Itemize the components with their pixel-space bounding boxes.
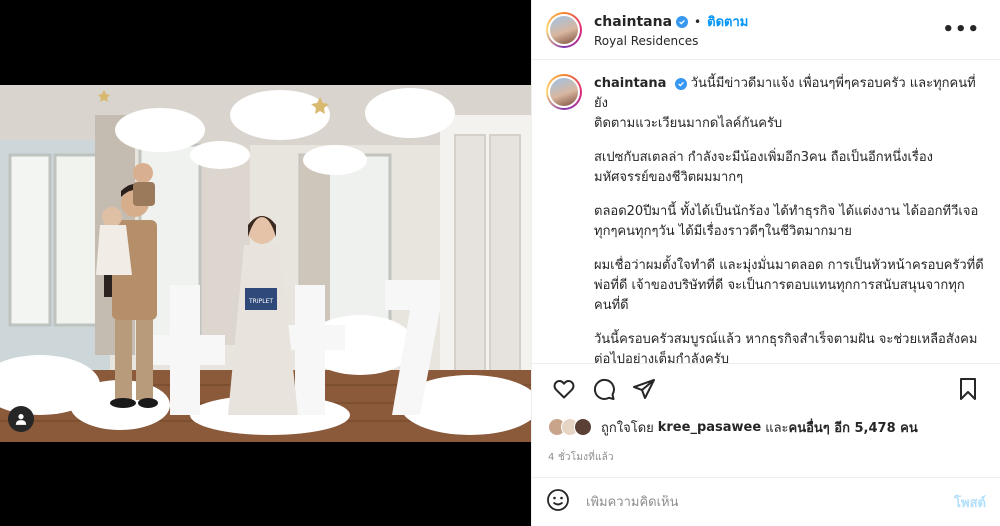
liker-avatars[interactable] xyxy=(548,418,592,436)
user-tag-icon xyxy=(15,414,27,425)
caption-username[interactable]: chaintana xyxy=(594,76,666,91)
comment-icon xyxy=(593,378,615,400)
caption-line: คนที่ดี xyxy=(594,298,629,313)
save-button[interactable] xyxy=(948,369,988,409)
verified-badge-icon xyxy=(674,78,687,90)
caption-area: chaintana วันนี้มีข่าวดีมาแจ้ง เพื่อนๆพี… xyxy=(532,60,1000,364)
caption-line: ทุกๆคนทุกๆวัน ได้มีเรื่องราวดีๆในชีวิตมา… xyxy=(594,224,852,239)
smiley-icon xyxy=(547,489,569,511)
caption-line: ตลอด20ปีมานี้ ทั้งได้เป็นนักร้อง ได้ทำธุ… xyxy=(594,204,979,219)
caption-line: มหัศจรรย์ของชีวิตผมมากๆ xyxy=(594,170,744,185)
likes-summary: ถูกใจโดย kree_pasawee และ คนอื่นๆ อีก 5,… xyxy=(532,414,1000,440)
instagram-post: TRIPLET chaintana • ติดตาม Royal Residen… xyxy=(0,0,1000,526)
liker-avatar xyxy=(574,418,592,436)
caption-paragraph: สเปซกับสเตลล่า กำลังจะมีน้องเพิ่มอีก3คน … xyxy=(594,148,986,188)
caption-row: chaintana วันนี้มีข่าวดีมาแจ้ง เพื่อนๆพี… xyxy=(546,74,986,364)
caption-line: สเปซกับสเตลล่า กำลังจะมีน้องเพิ่มอีก3คน … xyxy=(594,150,934,165)
post-media: TRIPLET xyxy=(0,0,531,526)
sign-text: TRIPLET xyxy=(248,298,273,305)
post-timestamp[interactable]: 4 ชั่วโมงที่แล้ว xyxy=(532,440,1000,478)
paper-plane-icon xyxy=(633,379,655,399)
comment-button[interactable] xyxy=(584,369,624,409)
comment-input[interactable] xyxy=(586,494,955,510)
author-username[interactable]: chaintana xyxy=(594,14,672,30)
share-button[interactable] xyxy=(624,369,664,409)
heart-icon xyxy=(553,379,575,399)
caption-text: chaintana วันนี้มีข่าวดีมาแจ้ง เพื่อนๆพี… xyxy=(594,74,986,364)
header-text: chaintana • ติดตาม Royal Residences xyxy=(594,11,936,49)
separator-dot: • xyxy=(694,14,702,29)
emoji-button[interactable] xyxy=(546,488,570,516)
caption-avatar[interactable] xyxy=(546,74,582,110)
post-header: chaintana • ติดตาม Royal Residences ••• xyxy=(532,0,1000,60)
post-comment-button[interactable]: โพสต์ xyxy=(954,492,986,513)
caption-line: พ่อที่ดี เจ้าของบริษัทที่ดี จะเป็นการตอบ… xyxy=(594,278,965,293)
likes-and: และ xyxy=(765,420,789,436)
caption-paragraph: วันนี้ครอบครัวสมบูรณ์แล้ว หากธุรกิจสำเร็… xyxy=(594,330,986,364)
likes-user[interactable]: kree_pasawee xyxy=(658,420,761,435)
caption-line: ติดตามแวะเวียนมากดไลค์กันครับ xyxy=(594,116,783,131)
likes-prefix: ถูกใจโดย xyxy=(601,420,654,436)
caption-paragraph: ผมเชื่อว่าผมตั้งใจทำดี และมุ่งมั่นมาตลอด… xyxy=(594,256,986,316)
like-button[interactable] xyxy=(544,369,584,409)
post-location[interactable]: Royal Residences xyxy=(594,34,936,48)
more-options-button[interactable]: ••• xyxy=(936,19,986,40)
comment-box: โพสต์ xyxy=(532,478,1000,526)
caption-paragraph: chaintana วันนี้มีข่าวดีมาแจ้ง เพื่อนๆพี… xyxy=(594,74,986,134)
likes-others[interactable]: คนอื่นๆ อีก 5,478 คน xyxy=(789,417,918,438)
caption-paragraph: ตลอด20ปีมานี้ ทั้งได้เป็นนักร้อง ได้ทำธุ… xyxy=(594,202,986,242)
verified-badge-icon xyxy=(676,15,689,28)
caption-line: ต่อไปอย่างเต็มกำลังครับ xyxy=(594,352,729,364)
caption-line: ผมเชื่อว่าผมตั้งใจทำดี และมุ่งมั่นมาตลอด… xyxy=(594,258,984,273)
follow-button[interactable]: ติดตาม xyxy=(707,11,748,32)
author-avatar[interactable] xyxy=(546,11,582,48)
caption-line: วันนี้ครอบครัวสมบูรณ์แล้ว หากธุรกิจสำเร็… xyxy=(594,332,978,347)
tagged-users-button[interactable] xyxy=(8,406,34,432)
post-photo[interactable]: TRIPLET xyxy=(0,85,531,442)
action-bar xyxy=(532,364,1000,414)
bookmark-icon xyxy=(960,378,976,400)
post-sidebar: chaintana • ติดตาม Royal Residences ••• … xyxy=(531,0,1000,526)
